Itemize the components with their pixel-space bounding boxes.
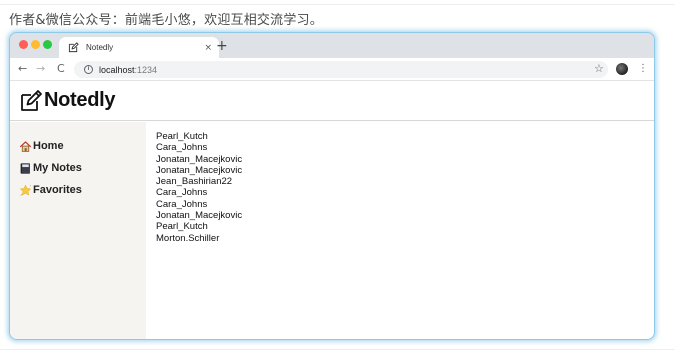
tab-close-button[interactable]: ×	[204, 43, 212, 53]
bottom-divider	[0, 349, 675, 350]
note-author-link[interactable]: Jonatan_Macejkovic	[156, 210, 242, 221]
note-author-link[interactable]: Jean_Bashirian22	[156, 176, 242, 187]
note-author-link[interactable]: Pearl_Kutch	[156, 131, 242, 142]
close-window-button[interactable]	[19, 40, 28, 49]
browser-toolbar: ← → C i localhost :1234 ☆ ⋮	[10, 58, 654, 81]
minimize-window-button[interactable]	[31, 40, 40, 49]
app-header: Notedly	[10, 81, 654, 121]
note-author-link[interactable]: Jonatan_Macejkovic	[156, 154, 242, 165]
sidebar-item-label: Favorites	[33, 184, 82, 196]
address-bar[interactable]: i localhost :1234	[74, 61, 608, 78]
app-title: Notedly	[44, 89, 116, 111]
note-author-link[interactable]: Cara_Johns	[156, 199, 242, 210]
sidebar-item-label: My Notes	[33, 162, 82, 174]
pencil-square-icon	[68, 42, 79, 53]
pencil-square-icon	[19, 89, 43, 113]
tab-bar: Notedly × +	[10, 33, 654, 58]
browser-window: Notedly × + ← → C i localhost :1234 ☆ ⋮ …	[9, 32, 655, 340]
note-author-link[interactable]: Cara_Johns	[156, 142, 242, 153]
back-button[interactable]: ←	[18, 61, 27, 77]
url-port: :1234	[134, 64, 158, 75]
url-host: localhost	[99, 64, 135, 75]
sidebar-item-home[interactable]: Home	[19, 135, 146, 157]
sidebar: Home My Notes Favorites	[10, 122, 146, 339]
maximize-window-button[interactable]	[43, 40, 52, 49]
bookmark-star-icon[interactable]: ☆	[594, 62, 604, 76]
tab-title: Notedly	[86, 43, 114, 52]
top-divider	[0, 4, 675, 5]
reload-button[interactable]: C	[57, 61, 65, 77]
new-tab-button[interactable]: +	[216, 37, 228, 55]
profile-avatar[interactable]	[616, 63, 628, 75]
browser-menu-icon[interactable]: ⋮	[638, 62, 648, 76]
info-icon[interactable]: i	[84, 65, 93, 74]
notes-feed: Pearl_Kutch Cara_Johns Jonatan_Macejkovi…	[156, 131, 242, 244]
note-author-link[interactable]: Morton.Schiller	[156, 233, 242, 244]
tab-notedly[interactable]: Notedly ×	[59, 37, 219, 58]
star-icon	[19, 184, 32, 197]
sidebar-item-favorites[interactable]: Favorites	[19, 179, 146, 201]
forward-button[interactable]: →	[36, 61, 45, 77]
note-author-link[interactable]: Cara_Johns	[156, 187, 242, 198]
sidebar-item-my-notes[interactable]: My Notes	[19, 157, 146, 179]
page-caption: 作者&微信公众号：前端毛小悠，欢迎互相交流学习。	[9, 13, 323, 28]
sidebar-item-label: Home	[33, 140, 64, 152]
notebook-icon	[19, 162, 32, 175]
note-author-link[interactable]: Pearl_Kutch	[156, 221, 242, 232]
note-author-link[interactable]: Jonatan_Macejkovic	[156, 165, 242, 176]
house-icon	[19, 140, 32, 153]
